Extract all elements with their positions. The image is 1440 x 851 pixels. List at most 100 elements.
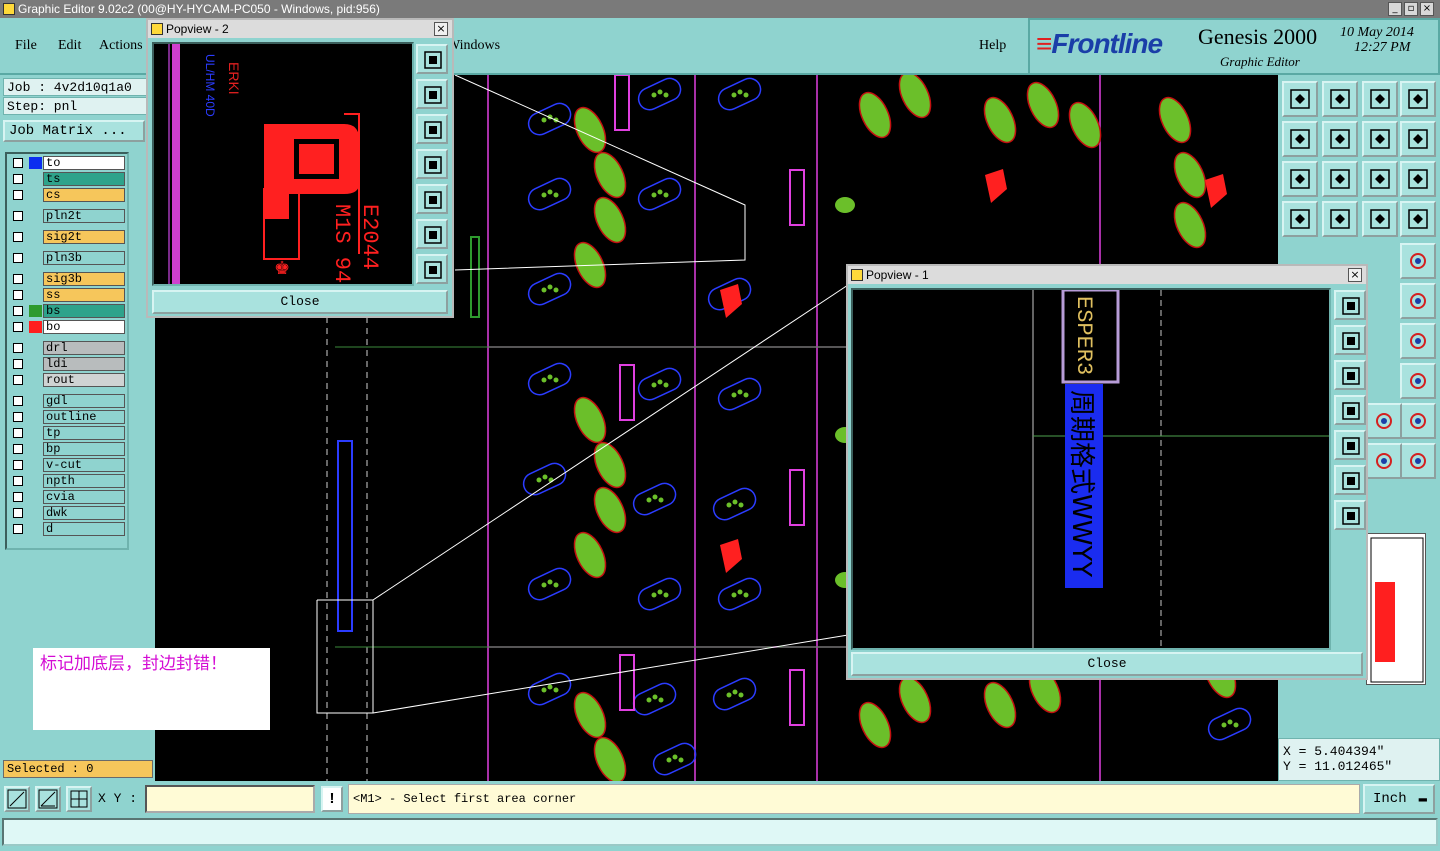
popview-1-pan-left-button[interactable] [1334,395,1366,425]
layers-red-tool-button[interactable] [1400,201,1436,237]
layer-name[interactable]: pln3b [43,251,125,265]
alert-button[interactable]: ! [321,786,343,812]
popview-1-pan-right-button[interactable] [1334,430,1366,460]
fit-tool-button[interactable] [1282,161,1318,197]
layer-row-ldi[interactable]: ldi [9,357,127,371]
minimize-button[interactable]: _ [1388,2,1402,16]
grid-tool-button[interactable] [1322,201,1358,237]
layer-name[interactable]: sig2t [43,230,125,244]
layer-checkbox[interactable] [13,476,23,486]
s-curve-tool-button[interactable] [1400,121,1436,157]
window-tool-button[interactable] [1400,81,1436,117]
popview-2-view[interactable]: ERKI UL/HM 40D ♚ E2044 M1S 94 [152,42,414,286]
circle-tool-button[interactable] [1366,443,1402,479]
point-red-2-tool-button[interactable] [1400,443,1436,479]
popview-1-view[interactable]: ESPER3 周期格式WWYY [851,288,1331,650]
layer-name[interactable]: dwk [43,506,125,520]
popview-1-zoom-in-button[interactable] [1334,325,1366,355]
layer-checkbox[interactable] [13,190,23,200]
zoom-area-button[interactable] [4,786,30,812]
layer-row-pln3b[interactable]: pln3b [9,251,127,265]
popview-2-pan-right-button[interactable] [416,184,448,214]
layer-row-v-cut[interactable]: v-cut [9,458,127,472]
help-tool-button[interactable] [1400,161,1436,197]
down-tool-button[interactable] [1322,81,1358,117]
layer-checkbox[interactable] [13,460,23,470]
layer-name[interactable]: gdl [43,394,125,408]
layer-checkbox[interactable] [13,396,23,406]
layer-row-sig2t[interactable]: sig2t [9,230,127,244]
close-window-button[interactable]: × [1420,2,1434,16]
layer-checkbox[interactable] [13,306,23,316]
layer-row-cvia[interactable]: cvia [9,490,127,504]
menu-windows[interactable]: Windows [447,38,500,54]
layer-name[interactable]: ldi [43,357,125,371]
popview-1-expand-button[interactable] [1334,465,1366,495]
job-matrix-button[interactable]: Job Matrix ... [3,120,145,142]
layer-row-cs[interactable]: cs [9,188,127,202]
popview-1-close-icon[interactable]: × [1348,268,1362,282]
popview-2-zoom-fit-button[interactable] [416,44,448,74]
layer-name[interactable]: sig3b [43,272,125,286]
layer-row-bs[interactable]: bs [9,304,127,318]
layer-checkbox[interactable] [13,412,23,422]
layer-checkbox[interactable] [13,508,23,518]
menu-actions[interactable]: Actions [99,38,143,54]
loop-tool-button[interactable] [1362,121,1398,157]
layer-name[interactable]: bo [43,320,125,334]
layer-row-bp[interactable]: bp [9,442,127,456]
popview-1-recenter-button[interactable] [1334,500,1366,530]
popview-2-expand-button[interactable] [416,219,448,249]
layer-name[interactable]: tp [43,426,125,440]
layer-name[interactable]: npth [43,474,125,488]
layer-name[interactable]: v-cut [43,458,125,472]
restore-button[interactable]: ▫ [1404,2,1418,16]
menu-help[interactable]: Help [979,38,1006,54]
layer-checkbox[interactable] [13,359,23,369]
zoom-tool-button[interactable] [1282,201,1318,237]
layer-checkbox[interactable] [13,524,23,534]
layer-row-gdl[interactable]: gdl [9,394,127,408]
layer-checkbox[interactable] [13,492,23,502]
popview-1-zoom-fit-button[interactable] [1334,290,1366,320]
grid-button[interactable] [66,786,92,812]
layer-row-pln2t[interactable]: pln2t [9,209,127,223]
layer-name[interactable]: cs [43,188,125,202]
route-tool-button[interactable] [1400,243,1436,279]
layer-row-dwk[interactable]: dwk [9,506,127,520]
layer-checkbox[interactable] [13,343,23,353]
layer-checkbox[interactable] [13,174,23,184]
ruler-tool-button[interactable] [1400,323,1436,359]
layer-row-to[interactable]: to [9,156,127,170]
layer-name[interactable]: rout [43,373,125,387]
layer-name[interactable]: d [43,522,125,536]
popview-1-close-button[interactable]: Close [851,652,1363,676]
flip-tool-button[interactable] [1366,403,1402,439]
menu-edit[interactable]: Edit [58,38,81,54]
layer-name[interactable]: bs [43,304,125,318]
popview-2-close-icon[interactable]: × [434,22,448,36]
layer-name[interactable]: ss [43,288,125,302]
scale-1-2-tool-button[interactable] [1362,161,1398,197]
layer-row-rout[interactable]: rout [9,373,127,387]
layer-checkbox[interactable] [13,274,23,284]
xy-input[interactable] [145,785,315,813]
left-tool-button[interactable] [1282,121,1318,157]
center-tool-button[interactable] [1322,161,1358,197]
house-tool-button[interactable] [1362,81,1398,117]
popview-2-zoom-in-button[interactable] [416,79,448,109]
layer-checkbox[interactable] [13,322,23,332]
right-tool-button[interactable] [1322,121,1358,157]
layer-checkbox[interactable] [13,253,23,263]
layer-row-bo[interactable]: bo [9,320,127,334]
layer-name[interactable]: pln2t [43,209,125,223]
layer-name[interactable]: drl [43,341,125,355]
layer-row-outline[interactable]: outline [9,410,127,424]
home-tool-button[interactable] [1282,81,1318,117]
popview-2-recenter-button[interactable] [416,254,448,284]
layer-name[interactable]: ts [43,172,125,186]
layer-checkbox[interactable] [13,232,23,242]
popview-2-zoom-out-button[interactable] [416,114,448,144]
layer-checkbox[interactable] [13,158,23,168]
layer-row-tp[interactable]: tp [9,426,127,440]
